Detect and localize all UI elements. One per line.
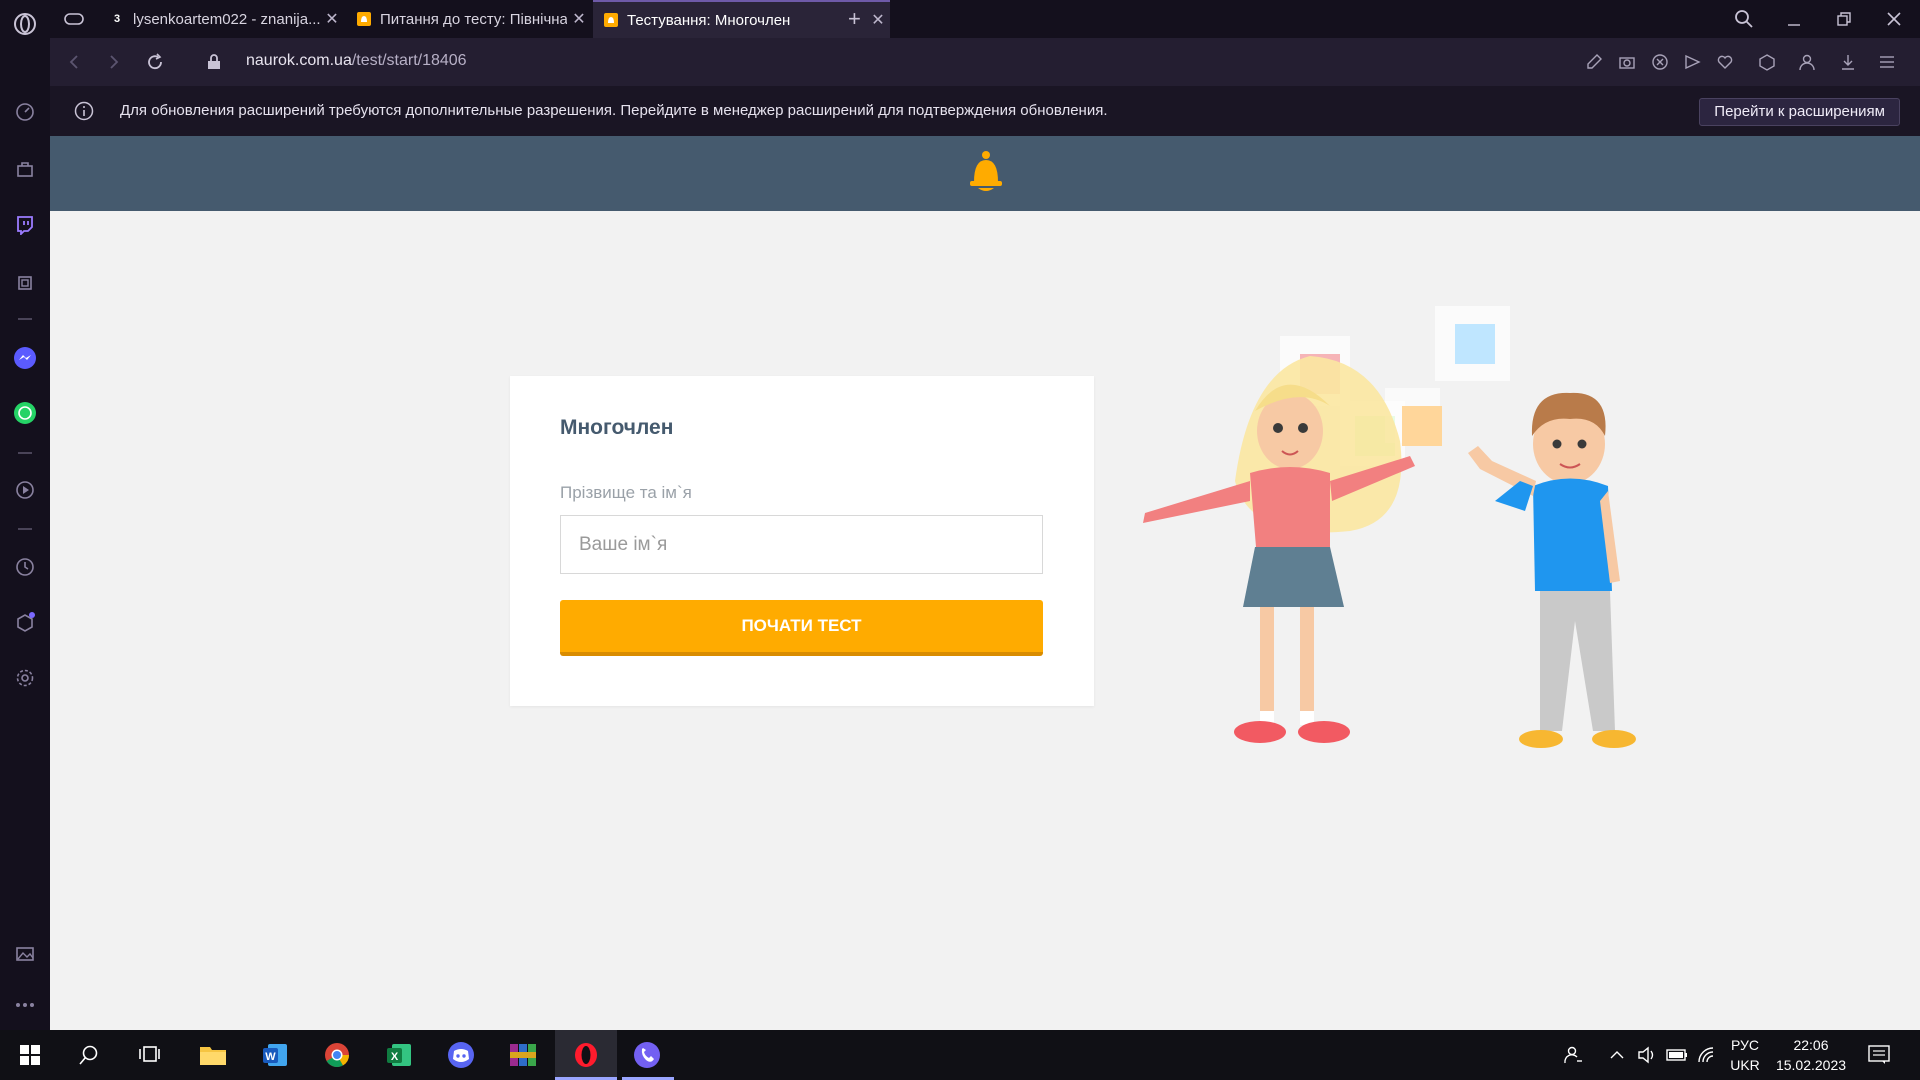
bell-favicon-icon [603,12,619,28]
lock-icon[interactable] [202,50,226,74]
url-path: /test/start/18406 [351,52,467,69]
discord-icon[interactable] [444,1038,478,1072]
extensions-icon[interactable] [13,611,37,635]
restore-icon[interactable] [1832,7,1856,31]
chip-icon[interactable] [13,271,37,295]
search-icon[interactable] [72,1038,106,1072]
camera-icon[interactable] [1615,50,1639,74]
excel-icon[interactable]: X [382,1038,416,1072]
history-icon[interactable] [13,555,37,579]
test-start-card: Многочлен Прізвище та ім`я ПОЧАТИ ТЕСТ [510,376,1094,706]
browser-sidebar [0,0,51,1030]
tab-znanija[interactable]: 3 lysenkoartem022 - znanija... ✕ [99,0,344,38]
language-primary: РУС [1730,1037,1760,1053]
clock-time: 22:06 [1793,1037,1829,1053]
opera-icon[interactable] [569,1038,603,1072]
player-icon[interactable] [13,478,37,502]
settings-gear-icon[interactable] [13,666,37,690]
language-secondary: UKR [1730,1057,1760,1073]
tab-favicon: 3 [113,13,121,25]
winrar-icon[interactable] [506,1038,540,1072]
windows-start-icon[interactable] [13,1038,47,1072]
wifi-icon[interactable] [1690,1038,1724,1072]
clock[interactable]: 22:06 15.02.2023 [1770,1035,1852,1075]
volume-icon[interactable] [1630,1038,1664,1072]
gamepad-icon[interactable] [62,7,86,31]
url-field[interactable]: naurok.com.ua/test/start/18406 [246,52,467,70]
back-icon[interactable] [62,50,86,74]
notification-center-icon[interactable] [1862,1038,1896,1072]
close-window-icon[interactable] [1882,7,1906,31]
tab-strip: 3 lysenkoartem022 - znanija... ✕ Питання… [50,0,1920,38]
start-test-button[interactable]: ПОЧАТИ ТЕСТ [560,600,1043,656]
search-icon[interactable] [1732,7,1756,31]
speed-dial-icon[interactable] [13,100,37,124]
twitch-icon[interactable] [13,213,37,237]
more-icon[interactable] [13,993,37,1017]
adblock-icon[interactable] [1648,50,1672,74]
account-icon[interactable] [1795,50,1819,74]
svg-text:X: X [391,1051,399,1063]
word-icon[interactable]: W [258,1038,292,1072]
name-label: Прізвище та ім`я [560,483,692,502]
bell-favicon-icon [356,11,372,27]
input-language[interactable]: РУС UKR [1724,1035,1766,1075]
viber-icon[interactable] [630,1038,664,1072]
test-title: Многочлен [560,416,674,439]
forward-icon[interactable] [102,50,126,74]
easy-setup-icon[interactable] [1875,50,1899,74]
cube-icon[interactable] [1755,50,1779,74]
extension-notification-bar: Для обновления расширений требуются допо… [50,86,1920,136]
reload-icon[interactable] [143,50,167,74]
naurok-bell-logo-icon[interactable] [968,150,1004,199]
sidebar-divider [18,452,32,454]
site-header [50,136,1920,211]
messenger-icon[interactable] [13,346,37,370]
task-view-icon[interactable] [132,1038,166,1072]
download-icon[interactable] [1836,50,1860,74]
notification-text: Для обновления расширений требуются допо… [120,102,1108,119]
chrome-icon[interactable] [320,1038,354,1072]
file-explorer-icon[interactable] [196,1038,230,1072]
chevron-up-icon[interactable] [1600,1038,1634,1072]
url-host: naurok.com.ua [246,52,352,69]
heart-icon[interactable] [1713,50,1737,74]
minimize-icon[interactable] [1782,7,1806,31]
opera-logo-icon[interactable] [13,12,37,36]
battery-icon[interactable] [1660,1038,1694,1072]
tab-title: Тестування: Многочлен [627,11,791,29]
people-icon[interactable] [1556,1038,1590,1072]
bag-icon[interactable] [13,157,37,181]
whatsapp-icon[interactable] [13,401,37,425]
close-icon[interactable]: ✕ [320,9,344,29]
tab-title: Питання до тесту: Північна... [380,10,567,28]
clock-date: 15.02.2023 [1775,1057,1847,1073]
name-input[interactable] [560,515,1043,574]
tab-question[interactable]: Питання до тесту: Північна... ✕ [346,0,591,38]
info-icon [72,99,96,123]
send-icon[interactable] [1680,50,1704,74]
tab-test[interactable]: Тестування: Многочлен ✕ [593,0,890,38]
edit-icon[interactable] [1582,50,1606,74]
gallery-icon[interactable] [13,942,37,966]
tab-title: lysenkoartem022 - znanija... [133,10,320,28]
address-bar: naurok.com.ua/test/start/18406 [50,38,1920,86]
sidebar-divider [18,528,32,530]
close-icon[interactable]: ✕ [567,9,591,29]
children-illustration [1143,306,1636,748]
sidebar-divider [18,318,32,320]
close-icon[interactable]: ✕ [866,10,890,30]
new-tab-icon[interactable]: + [848,6,861,32]
windows-taskbar: W X РУС UKR 22:06 15.02.2023 [0,1030,1920,1080]
svg-text:W: W [265,1051,276,1063]
page-content: Многочлен Прізвище та ім`я ПОЧАТИ ТЕСТ [50,211,1920,1030]
go-to-extensions-button[interactable]: Перейти к расширениям [1699,98,1900,126]
